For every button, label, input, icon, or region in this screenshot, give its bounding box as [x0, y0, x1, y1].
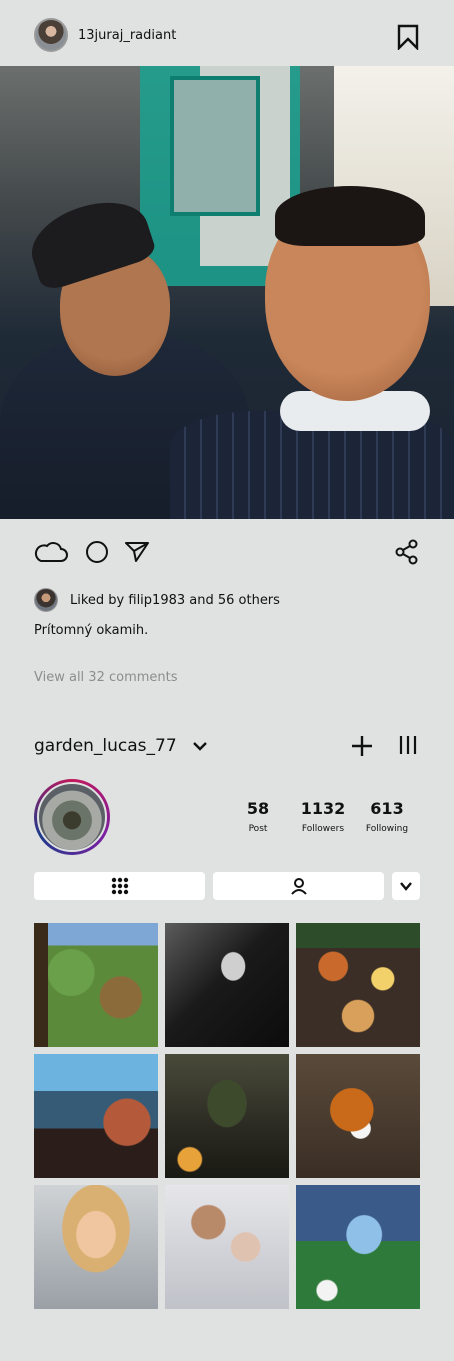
- cloud-icon[interactable]: [34, 538, 68, 566]
- post-caption: Prítomný okamih.: [34, 623, 149, 638]
- tab-posts-grid[interactable]: [34, 872, 205, 900]
- stat-posts-label: Post: [248, 824, 268, 834]
- chevron-down-icon: [400, 882, 412, 891]
- circle-icon[interactable]: [80, 538, 114, 566]
- grid-post-3[interactable]: [296, 923, 420, 1047]
- stat-followers-label: Followers: [301, 824, 345, 834]
- tab-more-dropdown[interactable]: [392, 872, 420, 900]
- post-photo[interactable]: [0, 66, 454, 519]
- menu-icon[interactable]: [398, 734, 418, 756]
- grid-post-6[interactable]: [296, 1054, 420, 1178]
- grid-post-4[interactable]: [34, 1054, 158, 1178]
- likes-row: Liked by filip1983 and 56 others: [34, 588, 280, 612]
- grid-post-7[interactable]: [34, 1185, 158, 1309]
- grid-icon: [111, 877, 128, 895]
- profile-username-switcher[interactable]: garden_lucas_77: [34, 736, 209, 756]
- stat-following-value: 613: [370, 799, 404, 818]
- profile-username: garden_lucas_77: [34, 736, 177, 756]
- post-author-avatar[interactable]: [34, 18, 68, 52]
- stat-following-label: Following: [365, 824, 409, 834]
- tab-tagged[interactable]: [213, 872, 384, 900]
- grid-post-2[interactable]: [165, 923, 289, 1047]
- grid-post-5[interactable]: [165, 1054, 289, 1178]
- post-author-username[interactable]: 13juraj_radiant: [78, 28, 176, 43]
- post-actions: [34, 538, 420, 566]
- stat-followers[interactable]: 1132 Followers: [298, 799, 348, 834]
- share-icon[interactable]: [390, 538, 424, 566]
- person-icon: [290, 878, 307, 895]
- grid-post-1[interactable]: [34, 923, 158, 1047]
- bookmark-icon[interactable]: [397, 24, 419, 50]
- view-comments-link[interactable]: View all 32 comments: [34, 670, 178, 685]
- profile-avatar[interactable]: [34, 779, 110, 855]
- stat-following[interactable]: 613 Following: [364, 799, 410, 834]
- stat-posts[interactable]: 58 Post: [236, 799, 280, 834]
- plus-icon[interactable]: [350, 734, 374, 758]
- grid-post-9[interactable]: [296, 1185, 420, 1309]
- likes-text[interactable]: Liked by filip1983 and 56 others: [70, 593, 280, 608]
- send-icon[interactable]: [120, 538, 154, 566]
- stat-followers-value: 1132: [300, 799, 346, 818]
- chevron-down-icon: [192, 742, 207, 751]
- liker-avatar[interactable]: [34, 588, 58, 612]
- stat-posts-value: 58: [246, 799, 270, 818]
- grid-post-8[interactable]: [165, 1185, 289, 1309]
